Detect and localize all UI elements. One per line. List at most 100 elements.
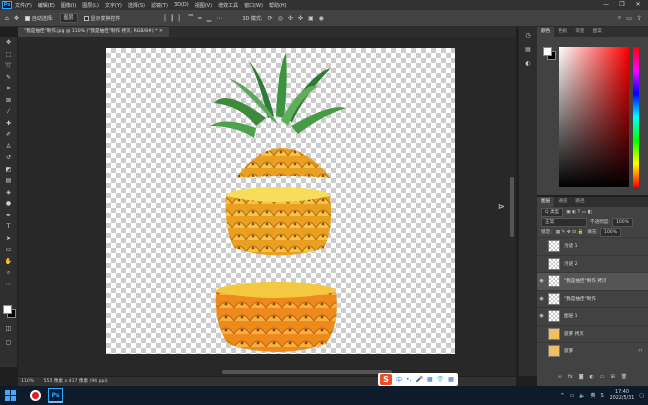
brush-tool-icon[interactable]: ✐: [0, 129, 17, 141]
workspace-icon[interactable]: ▭: [626, 15, 632, 22]
camera-icon[interactable]: ◉: [319, 15, 324, 22]
ime-tray-icon[interactable]: S: [600, 393, 603, 399]
adjustments-panel-icon[interactable]: ◐: [519, 57, 537, 69]
path-select-tool-icon[interactable]: ➤: [0, 233, 17, 245]
ime-chinese-icon[interactable]: 中: [396, 375, 402, 384]
tab-patterns[interactable]: 图案: [589, 27, 606, 37]
layer-row[interactable]: ◉ 图层 1: [537, 307, 648, 325]
clone-stamp-tool-icon[interactable]: ♙: [0, 141, 17, 153]
distribute-icon[interactable]: ⋯: [216, 15, 222, 22]
zoom-level[interactable]: 110%: [21, 379, 34, 384]
menu-select[interactable]: 选择(S): [128, 2, 145, 9]
layer-style-icon[interactable]: fx: [568, 374, 573, 383]
blur-tool-icon[interactable]: ◈: [0, 187, 17, 199]
align-right-icon[interactable]: ▏: [179, 15, 184, 22]
document-tab[interactable]: "我是抽佳"制作.jpg @ 110% ("我是抽佳"制作 拷贝, RGB/8#…: [18, 27, 169, 37]
ime-tools-icon[interactable]: ▦: [448, 376, 454, 383]
photoshop-taskbar-icon[interactable]: Ps: [48, 388, 63, 403]
foreground-color-swatch[interactable]: [3, 305, 12, 314]
tab-color[interactable]: 颜色: [537, 27, 555, 37]
frame-tool-icon[interactable]: ⊠: [0, 95, 17, 107]
align-left-icon[interactable]: ▕: [161, 15, 166, 22]
eye-icon[interactable]: ◉: [537, 296, 546, 302]
eyedropper-tool-icon[interactable]: ⁄: [0, 106, 17, 118]
tab-swatches[interactable]: 色板: [554, 27, 571, 37]
windows-start-icon[interactable]: [5, 390, 16, 401]
layer-row[interactable]: ◉ "我是抽佳"制作: [537, 289, 648, 308]
fill-input[interactable]: 100%: [599, 227, 622, 237]
history-panel-icon[interactable]: ◷: [519, 29, 537, 41]
hue-slider[interactable]: [633, 47, 639, 187]
move-tool-icon[interactable]: ✥: [14, 15, 19, 22]
layer-row[interactable]: 菠萝 拷贝: [537, 324, 648, 343]
color-field[interactable]: [559, 47, 629, 187]
network-icon[interactable]: ▭: [569, 393, 574, 399]
search-icon[interactable]: ⌕: [618, 14, 621, 22]
tab-layers[interactable]: 图层: [537, 197, 555, 207]
panel-foreground-swatch[interactable]: [543, 47, 552, 56]
transform-controls-checkbox[interactable]: [83, 15, 89, 21]
menu-layer[interactable]: 图层(L): [82, 2, 99, 9]
auto-select-checkbox[interactable]: [24, 15, 30, 21]
auto-select-dropdown[interactable]: 图层: [59, 13, 78, 23]
horizontal-scroll-thumb[interactable]: [222, 370, 392, 374]
screen-mode-icon[interactable]: ▢: [0, 337, 17, 349]
lock-icons[interactable]: ▦ ✎ ✥ ⊡ 🔒: [556, 230, 583, 235]
layer-row-selected[interactable]: ◉ "我是抽佳"制作 拷贝: [537, 272, 648, 290]
share-icon[interactable]: ⇪: [637, 15, 642, 22]
layer-filter-dropdown[interactable]: Q 类型: [541, 207, 564, 217]
gradient-tool-icon[interactable]: ▤: [0, 175, 17, 187]
tab-gradients[interactable]: 渐变: [571, 27, 588, 37]
move-tool-icon[interactable]: ✥: [0, 37, 17, 49]
close-button[interactable]: ✕: [630, 0, 646, 10]
notification-icon[interactable]: ▢: [639, 393, 644, 399]
adjustment-layer-icon[interactable]: ◐: [590, 374, 594, 383]
tray-expand-icon[interactable]: ^: [560, 393, 564, 399]
transform-controls-option[interactable]: 显示变换控件: [83, 15, 121, 22]
menu-file[interactable]: 文件(F): [15, 2, 32, 9]
menu-view[interactable]: 视图(V): [195, 2, 212, 9]
3d-rotate-icon[interactable]: ⟳: [268, 15, 273, 22]
ime-keyboard-icon[interactable]: ▦: [427, 376, 433, 383]
group-icon[interactable]: ▭: [600, 374, 605, 383]
filter-icons[interactable]: ▣ ◐ T ▭ ◧: [566, 210, 592, 215]
ime-skin-icon[interactable]: 👕: [437, 376, 444, 383]
menu-type[interactable]: 文字(Y): [105, 2, 122, 9]
minimize-button[interactable]: —: [598, 0, 614, 10]
opacity-input[interactable]: 100%: [611, 217, 634, 227]
lasso-tool-icon[interactable]: ➰: [0, 60, 17, 72]
auto-select-option[interactable]: 自动选择:: [24, 15, 54, 22]
tab-channels[interactable]: 通道: [554, 197, 571, 207]
tab-paths[interactable]: 路径: [571, 197, 588, 207]
3d-scale-icon[interactable]: ▣: [308, 15, 314, 22]
menu-filter[interactable]: 滤镜(T): [151, 2, 168, 9]
menu-image[interactable]: 图像(I): [61, 2, 76, 9]
history-brush-tool-icon[interactable]: ↺: [0, 152, 17, 164]
properties-panel-icon[interactable]: ▤: [519, 43, 537, 55]
eraser-tool-icon[interactable]: ◩: [0, 164, 17, 176]
menu-plugins[interactable]: 增效工具: [218, 2, 238, 9]
menu-3d[interactable]: 3D(D): [174, 2, 189, 8]
more-tools-icon[interactable]: ⋯: [0, 279, 17, 291]
3d-slide-icon[interactable]: ✜: [298, 15, 303, 22]
healing-brush-tool-icon[interactable]: ✚: [0, 118, 17, 130]
vertical-scroll-thumb[interactable]: [510, 177, 514, 237]
layer-row[interactable]: 污迹 2: [537, 254, 648, 273]
quick-mask-icon[interactable]: ◫: [0, 323, 17, 335]
menu-edit[interactable]: 编辑(E): [38, 2, 55, 9]
maximize-button[interactable]: ❐: [614, 0, 630, 10]
ime-punctuation-icon[interactable]: •,: [406, 376, 411, 383]
quick-select-tool-icon[interactable]: ✎: [0, 72, 17, 84]
layer-row[interactable]: 菠萝 ⊓: [537, 342, 648, 360]
document-canvas[interactable]: [106, 48, 455, 354]
align-top-icon[interactable]: ▔: [188, 15, 193, 22]
home-icon[interactable]: ⌂: [5, 15, 9, 22]
volume-icon[interactable]: 🔈: [579, 393, 585, 399]
shape-tool-icon[interactable]: ▭: [0, 244, 17, 256]
link-layers-icon[interactable]: ∞: [558, 374, 562, 383]
menu-window[interactable]: 窗口(W): [244, 2, 263, 9]
zoom-tool-icon[interactable]: ⌕: [0, 267, 17, 279]
align-bottom-icon[interactable]: ▁: [207, 15, 212, 22]
eye-icon[interactable]: ◉: [537, 313, 546, 319]
blend-mode-dropdown[interactable]: 正常: [541, 217, 587, 227]
